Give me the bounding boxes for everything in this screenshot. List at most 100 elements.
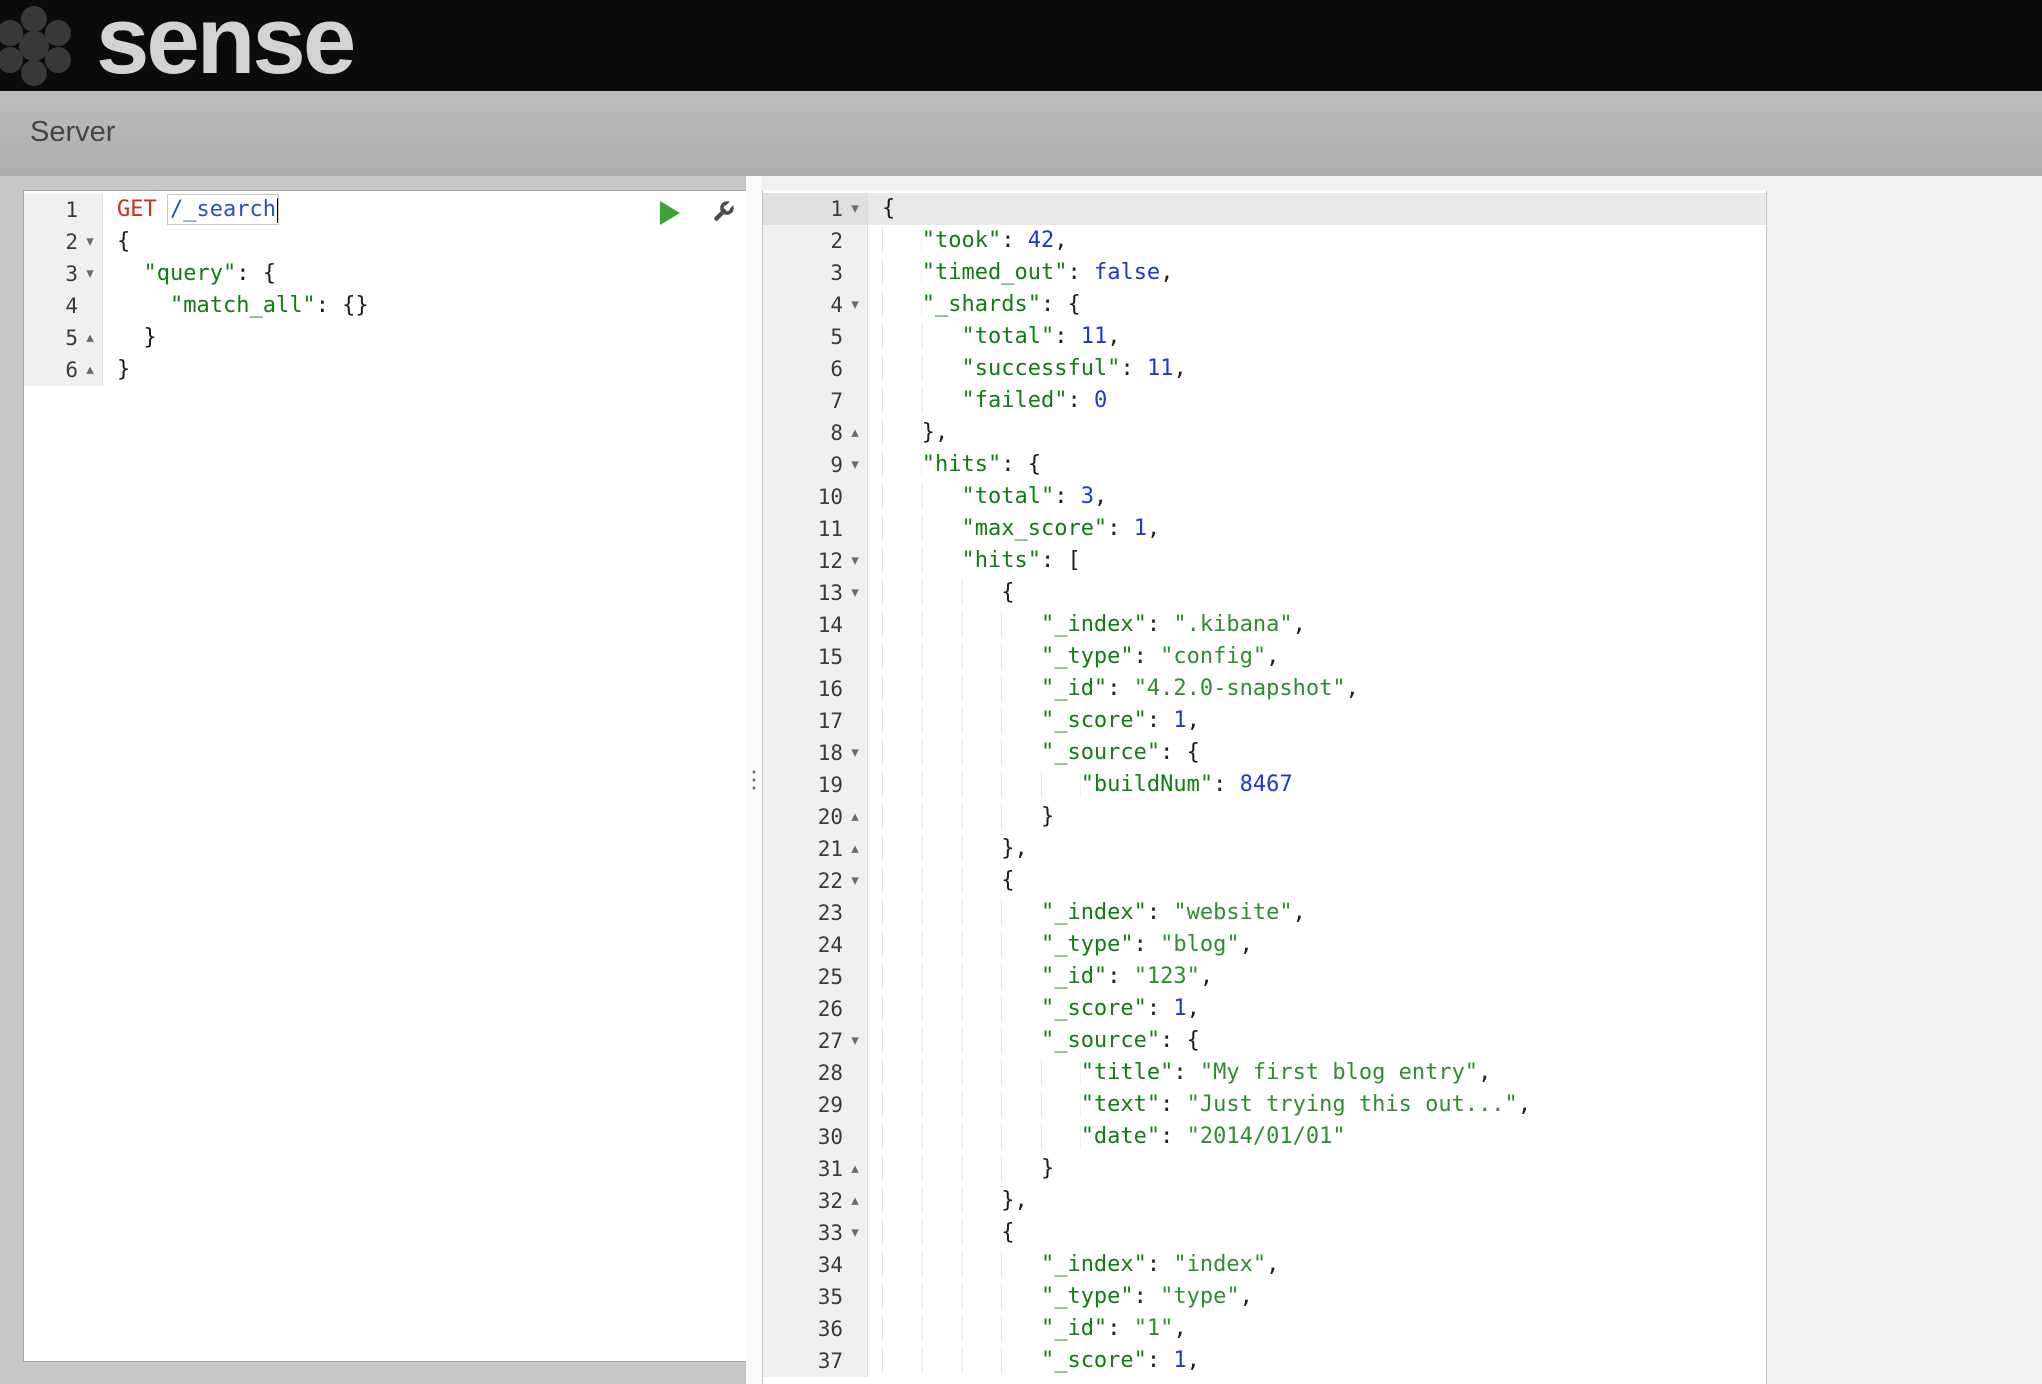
code-line[interactable]: 25 "_id": "123", bbox=[763, 961, 1766, 993]
fold-toggle-icon[interactable]: ▾ bbox=[843, 289, 867, 321]
line-number: 4 bbox=[24, 290, 78, 322]
gutter-cell: 7 bbox=[763, 385, 868, 417]
fold-spacer bbox=[78, 194, 102, 226]
code-line[interactable]: 30 "date": "2014/01/01" bbox=[763, 1121, 1766, 1153]
code-line[interactable]: 2▾{ bbox=[24, 226, 746, 258]
gutter-cell: 3▾ bbox=[24, 258, 103, 290]
code-line[interactable]: 23 "_index": "website", bbox=[763, 897, 1766, 929]
code-text: "_index": "website", bbox=[868, 897, 1306, 929]
fold-toggle-icon[interactable]: ▾ bbox=[843, 1025, 867, 1057]
code-line[interactable]: 3 "timed_out": false, bbox=[763, 257, 1766, 289]
line-number: 15 bbox=[763, 641, 843, 673]
gutter-cell: 19 bbox=[763, 769, 868, 801]
code-line[interactable]: 12▾ "hits": [ bbox=[763, 545, 1766, 577]
code-line[interactable]: 1GET /_search bbox=[24, 194, 746, 226]
send-request-button[interactable] bbox=[660, 201, 680, 225]
code-line[interactable]: 14 "_index": ".kibana", bbox=[763, 609, 1766, 641]
fold-toggle-icon[interactable]: ▾ bbox=[843, 737, 867, 769]
code-line[interactable]: 5 "total": 11, bbox=[763, 321, 1766, 353]
line-number: 35 bbox=[763, 1281, 843, 1313]
gutter-cell: 4 bbox=[24, 290, 103, 322]
line-number: 29 bbox=[763, 1089, 843, 1121]
fold-toggle-icon[interactable]: ▴ bbox=[78, 354, 102, 386]
code-line[interactable]: 34 "_index": "index", bbox=[763, 1249, 1766, 1281]
code-line[interactable]: 22▾ { bbox=[763, 865, 1766, 897]
sense-logo-flower-icon bbox=[0, 6, 92, 91]
code-line[interactable]: 1▾{ bbox=[763, 193, 1766, 225]
code-line[interactable]: 6▴} bbox=[24, 354, 746, 386]
header-bar: sense bbox=[0, 0, 2042, 91]
code-line[interactable]: 9▾ "hits": { bbox=[763, 449, 1766, 481]
fold-toggle-icon[interactable]: ▴ bbox=[843, 801, 867, 833]
code-line[interactable]: 15 "_type": "config", bbox=[763, 641, 1766, 673]
code-line[interactable]: 4 "match_all": {} bbox=[24, 290, 746, 322]
code-line[interactable]: 29 "text": "Just trying this out...", bbox=[763, 1089, 1766, 1121]
code-text: "_type": "config", bbox=[868, 641, 1279, 673]
fold-spacer bbox=[843, 1345, 867, 1377]
fold-toggle-icon[interactable]: ▾ bbox=[843, 577, 867, 609]
line-number: 26 bbox=[763, 993, 843, 1025]
code-line[interactable]: 36 "_id": "1", bbox=[763, 1313, 1766, 1345]
request-region: 1GET /_search2▾{3▾ "query": {4 "match_al… bbox=[0, 176, 746, 1384]
code-line[interactable]: 28 "title": "My first blog entry", bbox=[763, 1057, 1766, 1089]
code-line[interactable]: 33▾ { bbox=[763, 1217, 1766, 1249]
fold-toggle-icon[interactable]: ▾ bbox=[78, 226, 102, 258]
code-text: { bbox=[103, 226, 130, 258]
code-line[interactable]: 8▴ }, bbox=[763, 417, 1766, 449]
code-line[interactable]: 5▴ } bbox=[24, 322, 746, 354]
fold-toggle-icon[interactable]: ▾ bbox=[843, 545, 867, 577]
line-number: 21 bbox=[763, 833, 843, 865]
code-line[interactable]: 18▾ "_source": { bbox=[763, 737, 1766, 769]
fold-spacer bbox=[843, 385, 867, 417]
code-text: "_id": "1", bbox=[868, 1313, 1187, 1345]
gutter-cell: 8▴ bbox=[763, 417, 868, 449]
gutter-cell: 12▾ bbox=[763, 545, 868, 577]
code-text: "total": 3, bbox=[868, 481, 1107, 513]
gutter-cell: 10 bbox=[763, 481, 868, 513]
code-line[interactable]: 21▴ }, bbox=[763, 833, 1766, 865]
code-line[interactable]: 32▴ }, bbox=[763, 1185, 1766, 1217]
code-line[interactable]: 31▴ } bbox=[763, 1153, 1766, 1185]
response-editor[interactable]: 1▾{2 "took": 42,3 "timed_out": false,4▾ … bbox=[762, 190, 1767, 1384]
code-line[interactable]: 16 "_id": "4.2.0-snapshot", bbox=[763, 673, 1766, 705]
fold-toggle-icon[interactable]: ▴ bbox=[78, 322, 102, 354]
fold-toggle-icon[interactable]: ▴ bbox=[843, 1185, 867, 1217]
code-line[interactable]: 20▴ } bbox=[763, 801, 1766, 833]
code-line[interactable]: 2 "took": 42, bbox=[763, 225, 1766, 257]
code-line[interactable]: 35 "_type": "type", bbox=[763, 1281, 1766, 1313]
request-editor[interactable]: 1GET /_search2▾{3▾ "query": {4 "match_al… bbox=[23, 190, 747, 1362]
fold-toggle-icon[interactable]: ▾ bbox=[843, 193, 867, 225]
fold-spacer bbox=[843, 673, 867, 705]
code-line[interactable]: 17 "_score": 1, bbox=[763, 705, 1766, 737]
line-number: 27 bbox=[763, 1025, 843, 1057]
code-line[interactable]: 26 "_score": 1, bbox=[763, 993, 1766, 1025]
code-line[interactable]: 19 "buildNum": 8467 bbox=[763, 769, 1766, 801]
fold-toggle-icon[interactable]: ▴ bbox=[843, 1153, 867, 1185]
server-label: Server bbox=[30, 116, 115, 149]
code-line[interactable]: 37 "_score": 1, bbox=[763, 1345, 1766, 1377]
code-line[interactable]: 13▾ { bbox=[763, 577, 1766, 609]
fold-toggle-icon[interactable]: ▾ bbox=[78, 258, 102, 290]
fold-toggle-icon[interactable]: ▴ bbox=[843, 833, 867, 865]
code-line[interactable]: 11 "max_score": 1, bbox=[763, 513, 1766, 545]
code-line[interactable]: 24 "_type": "blog", bbox=[763, 929, 1766, 961]
line-number: 7 bbox=[763, 385, 843, 417]
code-line[interactable]: 6 "successful": 11, bbox=[763, 353, 1766, 385]
fold-toggle-icon[interactable]: ▾ bbox=[843, 1217, 867, 1249]
gutter-cell: 34 bbox=[763, 1249, 868, 1281]
request-settings-button[interactable] bbox=[708, 199, 736, 227]
gutter-cell: 20▴ bbox=[763, 801, 868, 833]
code-line[interactable]: 4▾ "_shards": { bbox=[763, 289, 1766, 321]
gutter-cell: 5 bbox=[763, 321, 868, 353]
text-cursor bbox=[277, 198, 279, 223]
code-line[interactable]: 7 "failed": 0 bbox=[763, 385, 1766, 417]
code-line[interactable]: 27▾ "_source": { bbox=[763, 1025, 1766, 1057]
fold-toggle-icon[interactable]: ▾ bbox=[843, 449, 867, 481]
code-line[interactable]: 3▾ "query": { bbox=[24, 258, 746, 290]
code-text: "_source": { bbox=[868, 1025, 1200, 1057]
code-line[interactable]: 10 "total": 3, bbox=[763, 481, 1766, 513]
fold-spacer bbox=[843, 321, 867, 353]
fold-toggle-icon[interactable]: ▾ bbox=[843, 865, 867, 897]
fold-toggle-icon[interactable]: ▴ bbox=[843, 417, 867, 449]
panel-resize-handle[interactable] bbox=[746, 176, 762, 1384]
